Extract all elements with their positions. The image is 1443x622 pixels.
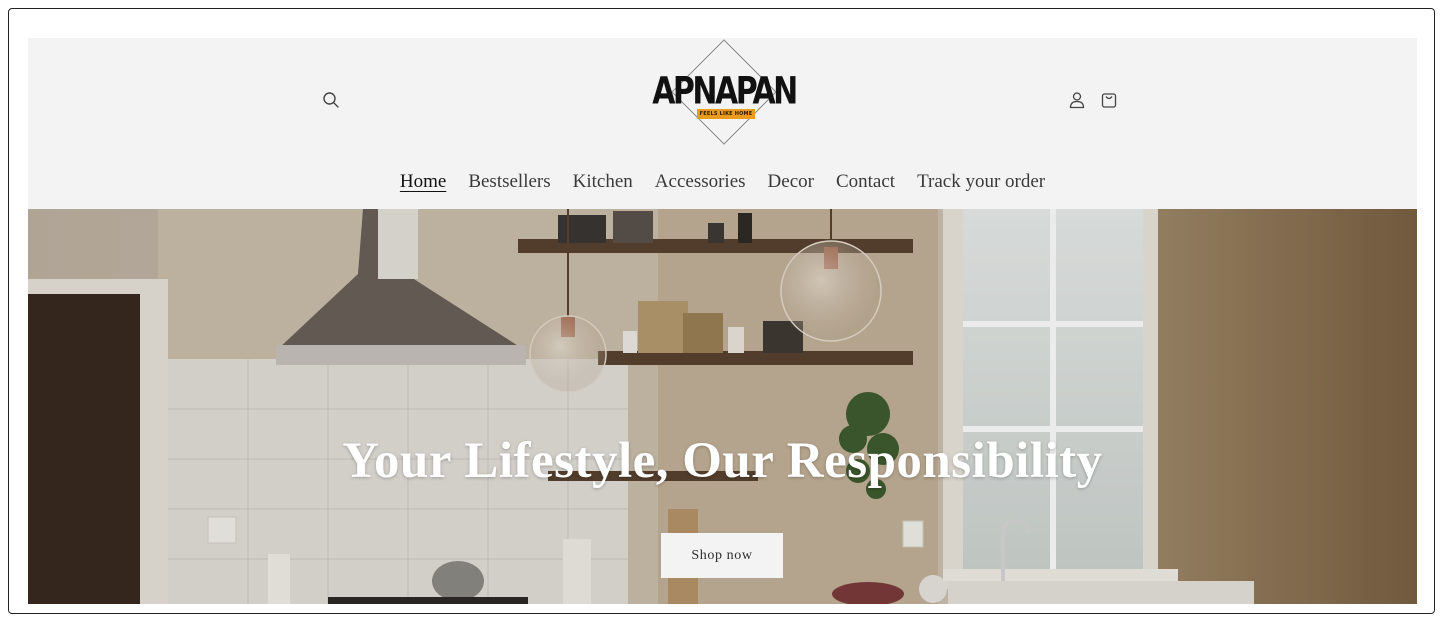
logo-wordmark: APNAPAN <box>652 69 798 114</box>
account-icon <box>1069 92 1085 109</box>
hero-banner: Your Lifestyle, Our Responsibility Shop … <box>28 209 1417 604</box>
nav-item-decor[interactable]: Decor <box>768 171 814 193</box>
nav-item-bestsellers[interactable]: Bestsellers <box>468 171 550 193</box>
cart-icon <box>1101 93 1117 108</box>
brand-logo[interactable]: APNAPAN FEELS LIKE HOME <box>649 39 799 145</box>
nav-item-track-order[interactable]: Track your order <box>917 171 1045 193</box>
nav-item-accessories[interactable]: Accessories <box>655 171 746 193</box>
nav-item-home[interactable]: Home <box>400 171 446 193</box>
hero-headline: Your Lifestyle, Our Responsibility <box>342 433 1103 489</box>
logo-tagline: FEELS LIKE HOME <box>697 109 755 119</box>
main-navigation: Home Bestsellers Kitchen Accessories Dec… <box>28 171 1417 193</box>
site-header: APNAPAN FEELS LIKE HOME Home Bestsellers… <box>28 38 1417 209</box>
account-button[interactable] <box>1063 86 1091 114</box>
storefront-page: APNAPAN FEELS LIKE HOME Home Bestsellers… <box>28 38 1417 604</box>
shop-now-button[interactable]: Shop now <box>661 533 783 578</box>
nav-item-contact[interactable]: Contact <box>836 171 895 193</box>
browser-frame: APNAPAN FEELS LIKE HOME Home Bestsellers… <box>8 8 1435 614</box>
search-button[interactable] <box>317 86 345 114</box>
search-icon <box>323 92 339 108</box>
nav-item-kitchen[interactable]: Kitchen <box>573 171 633 193</box>
cart-button[interactable] <box>1095 86 1123 114</box>
